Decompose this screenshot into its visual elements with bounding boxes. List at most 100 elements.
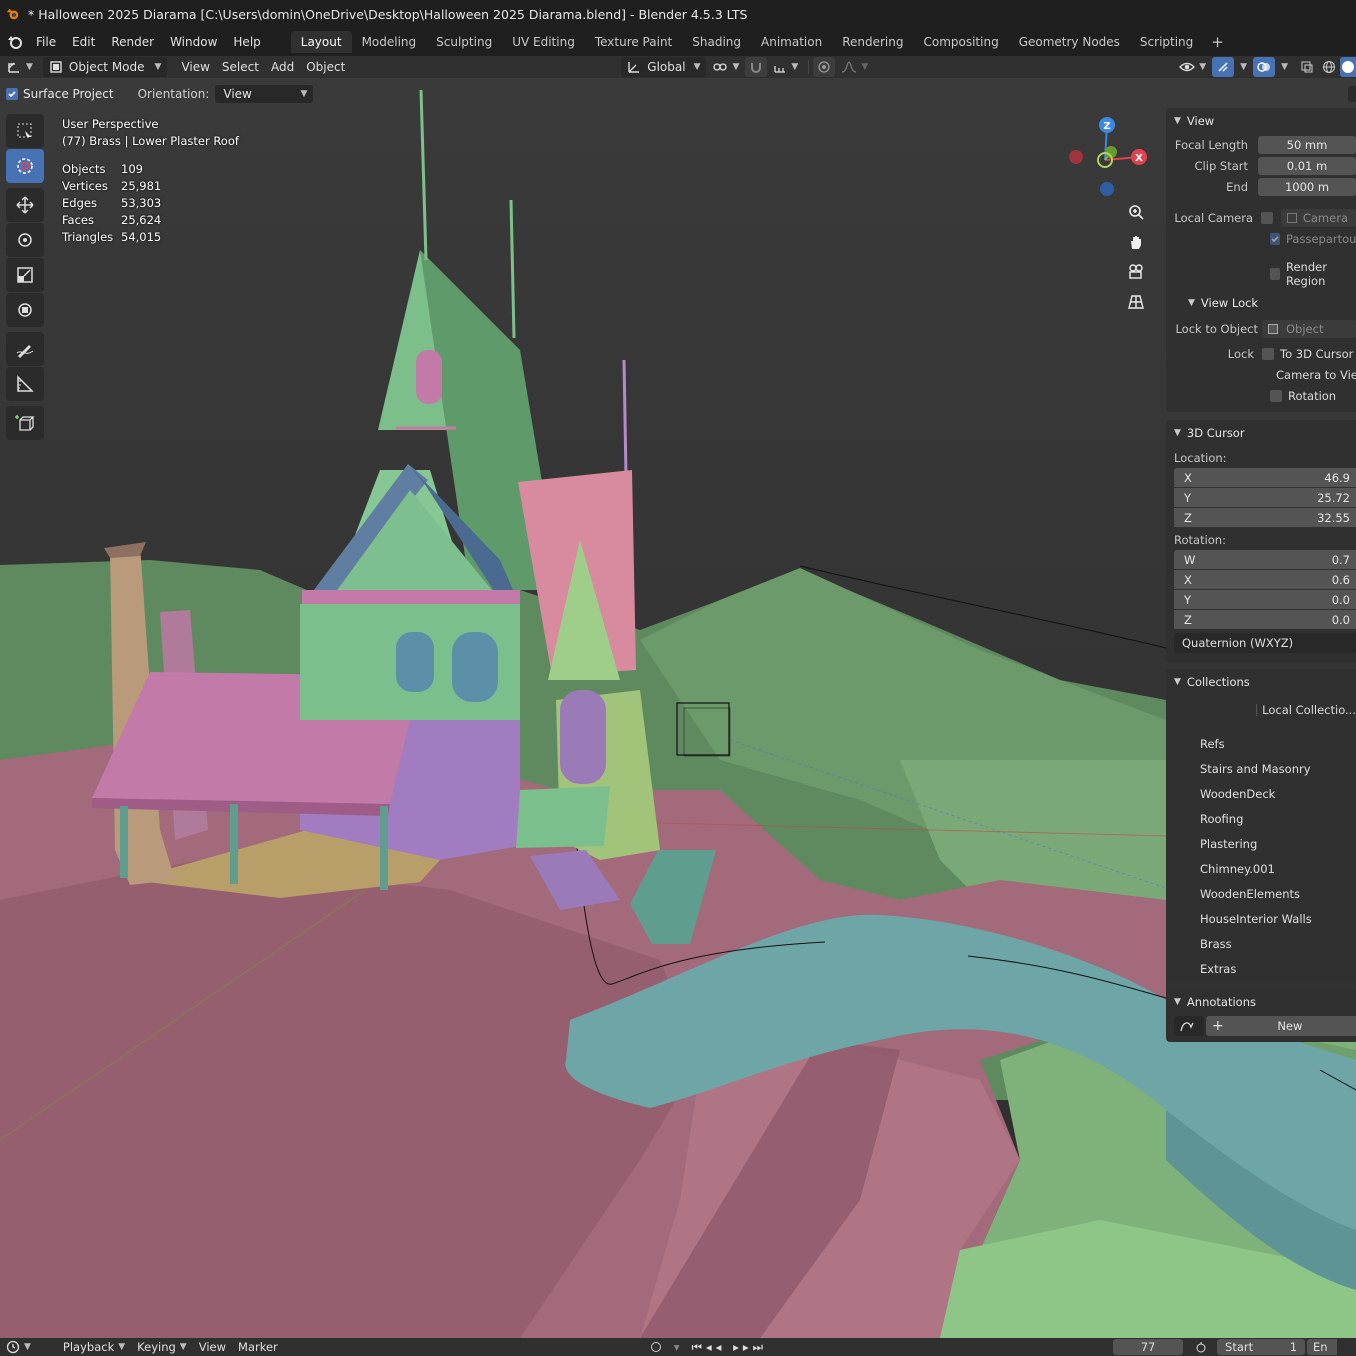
3d-viewport[interactable]: User Perspective (77) Brass | Lower Plas… <box>0 78 1356 1338</box>
measure-tool[interactable] <box>6 367 44 401</box>
menu-file[interactable]: File <box>28 28 64 56</box>
collection-item[interactable]: WoodenDeck <box>1166 781 1356 806</box>
cursor-tool[interactable] <box>6 149 44 183</box>
tab-layout[interactable]: Layout <box>290 31 352 53</box>
menu-window[interactable]: Window <box>162 28 225 56</box>
render-region-checkbox[interactable] <box>1270 267 1280 280</box>
use-preview-range-toggle[interactable] <box>1189 1341 1213 1353</box>
chevron-down-icon[interactable]: ▾ <box>668 1340 686 1354</box>
timeline-menu-view[interactable]: View <box>193 1340 232 1354</box>
cursor-location-z[interactable]: Z 32.55 <box>1174 508 1356 527</box>
start-frame-field[interactable]: Start 1 <box>1217 1339 1306 1355</box>
collection-item[interactable]: WoodenElements <box>1166 881 1356 906</box>
move-tool[interactable] <box>6 188 44 222</box>
collection-item[interactable]: Refs <box>1166 731 1356 756</box>
tab-texture-paint[interactable]: Texture Paint <box>585 31 682 53</box>
timeline-menu-keying[interactable]: Keying ▼ <box>131 1340 193 1354</box>
new-annotation-button[interactable]: + New <box>1206 1015 1356 1036</box>
lock-to-cursor-checkbox[interactable] <box>1262 347 1274 360</box>
cursor-rotation-x[interactable]: X 0.6 <box>1174 570 1356 589</box>
editor-type-dropdown[interactable]: ▼ <box>0 57 39 77</box>
tab-shading[interactable]: Shading <box>682 31 751 53</box>
tab-animation[interactable]: Animation <box>751 31 832 53</box>
local-camera-checkbox[interactable] <box>1261 211 1273 224</box>
add-workspace-button[interactable]: + <box>1203 31 1232 53</box>
select-box-tool[interactable] <box>6 114 44 148</box>
tab-rendering[interactable]: Rendering <box>832 31 913 53</box>
cursor-rotation-z[interactable]: Z 0.0 <box>1174 610 1356 629</box>
neg-z-axis-dot[interactable] <box>1100 182 1114 196</box>
menu-help[interactable]: Help <box>225 28 268 56</box>
annotate-tool[interactable] <box>6 332 44 366</box>
tab-modeling[interactable]: Modeling <box>352 31 427 53</box>
navigation-gizmo[interactable]: X Z <box>1062 114 1152 201</box>
lock-object-field[interactable]: Object <box>1262 319 1356 338</box>
pivot-point-dropdown[interactable]: ▼ <box>706 57 745 77</box>
clip-start-field[interactable]: 0.01 m <box>1258 156 1356 175</box>
falloff-dropdown[interactable]: ▼ <box>835 57 874 77</box>
camera-view-button[interactable] <box>1124 260 1148 284</box>
snap-target-dropdown[interactable]: ▼ <box>767 57 804 77</box>
rotation-lock-checkbox[interactable] <box>1270 389 1282 402</box>
collection-item[interactable]: Plastering <box>1166 831 1356 856</box>
scale-tool[interactable] <box>6 258 44 292</box>
timeline-menu-playback[interactable]: Playback ▼ <box>57 1340 131 1354</box>
sidebar-toggle-tab[interactable] <box>1348 86 1356 102</box>
xray-toggle[interactable] <box>1296 57 1318 77</box>
cursor-rotation-y[interactable]: Y 0.0 <box>1174 590 1356 609</box>
view-panel-header[interactable]: ▼ View <box>1166 108 1356 134</box>
tab-scripting[interactable]: Scripting <box>1130 31 1203 53</box>
chevron-down-icon[interactable]: ▼ <box>1281 62 1288 72</box>
cursor-location-x[interactable]: X 46.9 <box>1174 468 1356 487</box>
menu-edit[interactable]: Edit <box>64 28 103 56</box>
cursor-rotation-w[interactable]: W 0.7 <box>1174 550 1356 569</box>
timeline-menu-marker[interactable]: Marker <box>232 1340 284 1354</box>
collection-item[interactable]: Stairs and Masonry <box>1166 756 1356 781</box>
annotation-type-dropdown[interactable] <box>1174 1015 1204 1036</box>
shading-solid[interactable] <box>1340 57 1356 77</box>
header-menu-view[interactable]: View <box>175 57 215 77</box>
surface-project-checkbox[interactable] <box>6 88 18 100</box>
header-menu-object[interactable]: Object <box>300 57 351 77</box>
mode-dropdown[interactable]: Object Mode ▼ <box>42 57 168 77</box>
current-frame-field[interactable]: 77 <box>1113 1339 1184 1355</box>
transform-tool[interactable] <box>6 293 44 327</box>
camera-field[interactable]: Camera <box>1280 208 1356 227</box>
pan-button[interactable] <box>1124 230 1148 254</box>
collection-item[interactable]: Chimney.001 <box>1166 856 1356 881</box>
blender-menu-icon[interactable] <box>6 33 24 51</box>
collections-panel-header[interactable]: ▼ Collections <box>1166 669 1356 695</box>
zoom-button[interactable] <box>1124 200 1148 224</box>
menu-render[interactable]: Render <box>103 28 162 56</box>
rotate-tool[interactable] <box>6 223 44 257</box>
timeline-editor-type[interactable]: ▼ <box>0 1340 37 1354</box>
annotations-panel-header[interactable]: ▼ Annotations <box>1166 989 1356 1015</box>
clip-end-field[interactable]: 1000 m <box>1258 177 1356 196</box>
overlays-toggle[interactable] <box>1253 57 1276 77</box>
shading-wireframe[interactable] <box>1318 57 1340 77</box>
collection-item[interactable]: Brass <box>1166 931 1356 956</box>
gizmo-toggle[interactable] <box>1212 57 1235 77</box>
add-cube-tool[interactable] <box>6 406 44 440</box>
header-menu-add[interactable]: Add <box>265 57 300 77</box>
tab-compositing[interactable]: Compositing <box>913 31 1008 53</box>
transform-orientation-dropdown[interactable]: Global ▼ <box>621 57 707 77</box>
header-menu-select[interactable]: Select <box>216 57 265 77</box>
snap-toggle[interactable] <box>745 57 768 77</box>
chevron-down-icon[interactable]: ▼ <box>1240 62 1247 72</box>
rotation-mode-dropdown[interactable]: Quaternion (WXYZ) <box>1174 633 1356 653</box>
collection-item[interactable]: Roofing <box>1166 806 1356 831</box>
neg-x-axis-dot[interactable] <box>1069 150 1083 164</box>
tab-geometry-nodes[interactable]: Geometry Nodes <box>1009 31 1130 53</box>
playback-controls[interactable]: ⏮◂◂ ▸▸⏭ <box>686 1340 773 1355</box>
perspective-toggle-button[interactable] <box>1124 290 1148 314</box>
orientation-dropdown[interactable]: View ▼ <box>215 85 314 103</box>
tab-uv-editing[interactable]: UV Editing <box>502 31 585 53</box>
tab-sculpting[interactable]: Sculpting <box>426 31 502 53</box>
3d-cursor-panel-header[interactable]: ▼ 3D Cursor <box>1166 420 1356 446</box>
passepartout-checkbox[interactable] <box>1270 232 1280 245</box>
collection-item[interactable]: HouseInterior Walls <box>1166 906 1356 931</box>
visibility-dropdown[interactable]: ▼ <box>1173 57 1212 77</box>
collection-item[interactable]: Extras <box>1166 956 1356 981</box>
proportional-edit-toggle[interactable] <box>813 57 836 77</box>
